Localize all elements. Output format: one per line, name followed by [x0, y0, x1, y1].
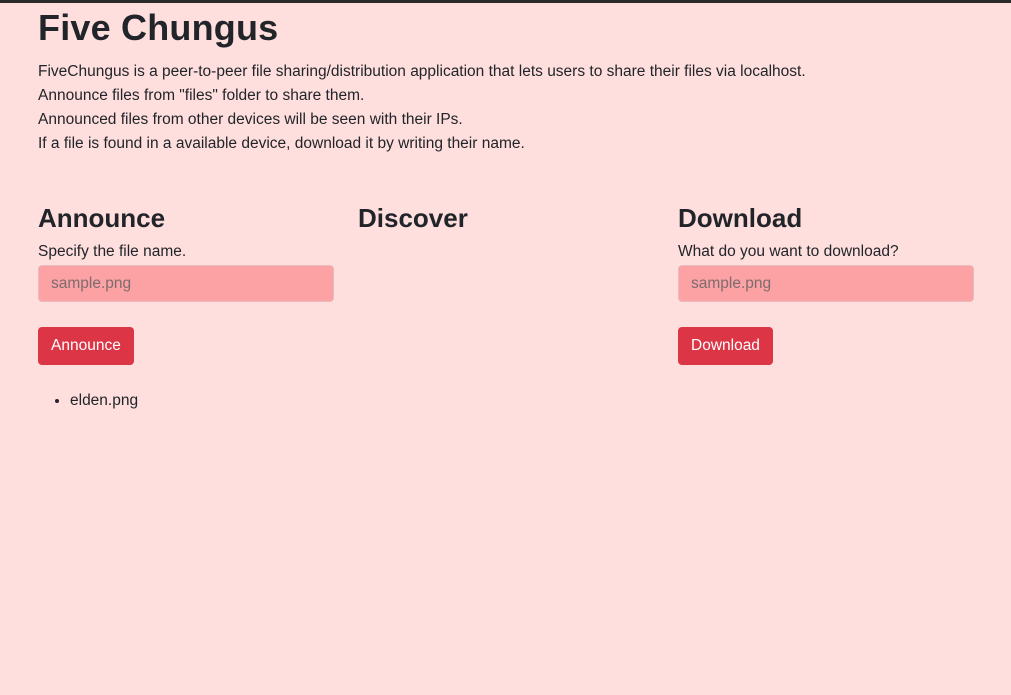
download-button[interactable]: Download: [678, 327, 773, 365]
download-heading: Download: [678, 203, 803, 233]
intro-line-description: FiveChungus is a peer-to-peer file shari…: [38, 63, 806, 80]
intro-line-discover: Announced files from other devices will …: [38, 111, 463, 128]
announced-files-list: elden.png: [38, 389, 334, 413]
download-filename-input[interactable]: [678, 265, 974, 302]
announce-section: Announce Specify the file name. Announce…: [38, 200, 334, 413]
intro-line-announce: Announce files from "files" folder to sh…: [38, 87, 365, 104]
announce-button[interactable]: Announce: [38, 327, 134, 365]
page-container: Five Chungus FiveChungus is a peer-to-pe…: [38, 3, 978, 409]
discover-heading: Discover: [358, 203, 468, 233]
intro-line-download: If a file is found in a available device…: [38, 135, 525, 152]
discover-section: Discover: [358, 200, 654, 236]
intro-text: FiveChungus is a peer-to-peer file shari…: [38, 60, 978, 156]
announce-filename-input[interactable]: [38, 265, 334, 302]
download-input-label: What do you want to download?: [678, 243, 899, 260]
download-section: Download What do you want to download? D…: [678, 200, 974, 365]
announce-input-label: Specify the file name.: [38, 243, 187, 260]
announced-file-item: elden.png: [70, 389, 334, 413]
announce-heading: Announce: [38, 203, 166, 233]
page-title: Five Chungus: [38, 7, 279, 48]
